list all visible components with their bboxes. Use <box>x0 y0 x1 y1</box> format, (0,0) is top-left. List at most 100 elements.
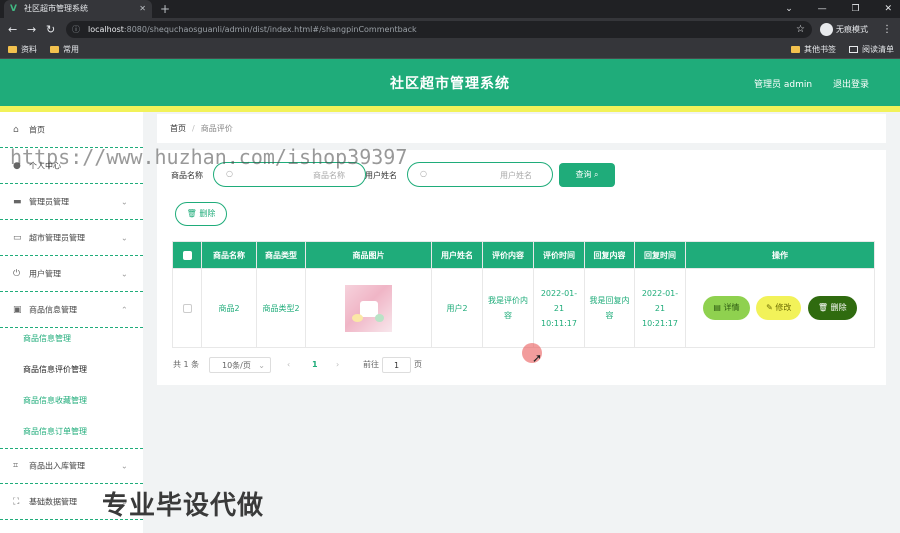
url-path: :8080/shequchaosguanli/admin/dist/index.… <box>123 25 417 34</box>
window-controls: ⌄ — ❐ ✕ <box>763 0 892 18</box>
row-select-cell[interactable] <box>172 268 202 348</box>
bookmark-label: 常用 <box>63 45 79 54</box>
submenu-product-info[interactable]: 商品信息管理 <box>23 333 71 344</box>
sidebar-item-products[interactable]: ▣ 商品信息管理 ⌃ <box>0 292 143 328</box>
bookmarks-bar: 资料 常用 其他书签 阅读清单 <box>0 41 900 59</box>
select-all-checkbox[interactable] <box>182 250 192 260</box>
page-size-select[interactable]: 10条/页 ⌄ <box>209 357 271 373</box>
bookmark-star-icon[interactable]: ☆ <box>796 18 805 41</box>
close-icon[interactable]: ✕ <box>139 0 146 18</box>
table-header-row: 商品名称 商品类型 商品图片 用户姓名 评价内容 评价时间 回复内容 回复时间 … <box>172 241 875 269</box>
photo-sweet <box>375 313 384 322</box>
sidebar-item-label: 超市管理员管理 <box>29 233 85 242</box>
reading-list-icon <box>849 46 858 53</box>
goto-label: 前往 <box>363 360 379 369</box>
chevron-up-icon: ⌃ <box>121 305 128 314</box>
sidebar-item-label: 个人中心 <box>29 161 61 170</box>
restore-icon[interactable]: ❐ <box>852 4 860 14</box>
row-delete-button[interactable]: 🗑 删除 <box>807 296 857 320</box>
prev-page-icon[interactable]: ‹ <box>287 357 290 373</box>
new-tab-plus-icon[interactable]: + <box>160 0 170 18</box>
column-header: 商品图片 <box>305 241 432 269</box>
sidebar-item-label: 商品信息管理 <box>29 305 77 314</box>
column-header: 商品类型 <box>256 241 306 269</box>
column-header: 回复时间 <box>634 241 686 269</box>
sidebar-item-profile[interactable]: ● 个人中心 <box>0 148 143 184</box>
folder-icon <box>8 46 17 53</box>
other-bookmarks[interactable]: 其他书签 <box>791 41 836 58</box>
next-page-icon[interactable]: › <box>336 357 339 373</box>
forward-arrow-icon[interactable]: → <box>27 18 36 41</box>
product-name-label: 商品名称 <box>171 171 203 180</box>
batch-delete-button[interactable]: 🗑 删除 <box>175 202 227 226</box>
reading-list[interactable]: 阅读清单 <box>849 41 894 58</box>
actions-cell: ▤ 详情 ✎ 修改 🗑 删除 <box>685 268 875 348</box>
sidebar-item-label: 用户管理 <box>29 269 61 278</box>
sidebar: ⌂ 首页 ● 个人中心 ▬ 管理员管理 ⌄ ▭ 超市管理员管理 ⌄ ⏻ 用户管理… <box>0 112 143 533</box>
tab-search-chevron-icon[interactable]: ⌄ <box>785 4 793 14</box>
photo-cup <box>360 300 378 317</box>
product-name-cell: 商品2 <box>201 268 257 348</box>
product-type-cell: 商品类型2 <box>256 268 306 348</box>
comments-table: 商品名称 商品类型 商品图片 用户姓名 评价内容 评价时间 回复内容 回复时间 … <box>172 241 875 348</box>
submenu-product-favorites[interactable]: 商品信息收藏管理 <box>23 395 87 406</box>
table-row: 商品2 商品类型2 用户2 我是评价内容 2022-01-21 10:11:17… <box>172 268 875 348</box>
row-delete-button-label: 删除 <box>830 303 847 312</box>
submenu-product-orders[interactable]: 商品信息订单管理 <box>23 426 87 437</box>
breadcrumb-separator: / <box>192 124 195 133</box>
logout-link[interactable]: 退出登录 <box>833 77 869 90</box>
sidebar-item-label: 商品出入库管理 <box>29 461 85 471</box>
product-image-cell <box>305 268 432 348</box>
more-menu-icon[interactable]: ⋮ <box>882 18 892 41</box>
edit-button[interactable]: ✎ 修改 <box>756 296 802 320</box>
breadcrumb: 首页 / 商品评价 <box>157 114 886 143</box>
query-button[interactable]: 查询 ⌕ <box>559 163 615 187</box>
page-size-value: 10条/页 <box>222 361 251 370</box>
chevron-down-icon: ⌄ <box>121 269 128 278</box>
frame-icon: ⛶ <box>13 496 20 507</box>
sidebar-item-admins[interactable]: ▬ 管理员管理 ⌄ <box>0 184 143 220</box>
info-icon[interactable]: ⓘ <box>72 21 80 38</box>
row-checkbox[interactable] <box>182 303 192 313</box>
user-name-cell: 用户2 <box>431 268 483 348</box>
browser-tab-bar: V 社区超市管理系统 ✕ + ⌄ — ❐ ✕ <box>0 0 900 18</box>
chevron-down-icon: ⌄ <box>121 197 128 206</box>
sidebar-item-stock[interactable]: ⌗ 商品出入库管理 ⌄ <box>0 448 143 484</box>
reload-icon[interactable]: ↻ <box>46 18 55 41</box>
sidebar-item-users[interactable]: ⏻ 用户管理 ⌄ <box>0 256 143 292</box>
admin-label: 管理员 admin <box>754 80 813 90</box>
user-name-input[interactable]: ○ 用户姓名 <box>407 162 553 187</box>
bookmark-folder[interactable]: 资料 <box>8 41 37 58</box>
back-arrow-icon[interactable]: ← <box>8 18 17 41</box>
bookmark-folder[interactable]: 常用 <box>50 41 79 58</box>
incognito-indicator[interactable]: 无痕模式 <box>820 22 868 37</box>
select-all-header[interactable] <box>172 241 202 269</box>
detail-button[interactable]: ▤ 详情 <box>703 296 750 320</box>
power-icon: ⏻ <box>13 268 21 279</box>
browser-tab[interactable]: V 社区超市管理系统 ✕ <box>4 0 152 18</box>
incognito-icon <box>820 23 833 36</box>
document-icon: ▤ <box>713 303 721 312</box>
reply-time-cell: 2022-01-21 10:21:17 <box>634 268 686 348</box>
column-header: 回复内容 <box>584 241 635 269</box>
url-input[interactable]: ⓘ localhost:8080/shequchaosguanli/admin/… <box>66 21 812 38</box>
sidebar-item-market-admins[interactable]: ▭ 超市管理员管理 ⌄ <box>0 220 143 256</box>
sidebar-item-home[interactable]: ⌂ 首页 <box>0 112 143 148</box>
trash-icon: 🗑 <box>186 209 197 218</box>
search-icon: ○ <box>420 169 427 178</box>
minimize-icon[interactable]: — <box>818 4 827 14</box>
sidebar-item-label: 首页 <box>29 125 45 134</box>
url-host: localhost <box>88 25 124 34</box>
crop-icon: ⌗ <box>13 461 19 471</box>
product-name-input[interactable]: ○ 商品名称 <box>213 162 366 187</box>
photo-sweet <box>352 313 363 322</box>
detail-button-label: 详情 <box>723 303 740 312</box>
goto-page-input[interactable]: 1 <box>382 357 411 373</box>
sidebar-item-label: 基础数据管理 <box>29 497 77 506</box>
page-unit-label: 页 <box>414 360 422 369</box>
breadcrumb-home[interactable]: 首页 <box>170 124 186 133</box>
page-number-current[interactable]: 1 <box>312 357 318 373</box>
promo-text: 专业毕设代做 <box>102 491 265 521</box>
window-close-icon[interactable]: ✕ <box>884 4 892 14</box>
submenu-product-comments[interactable]: 商品信息评价管理 <box>23 364 87 375</box>
